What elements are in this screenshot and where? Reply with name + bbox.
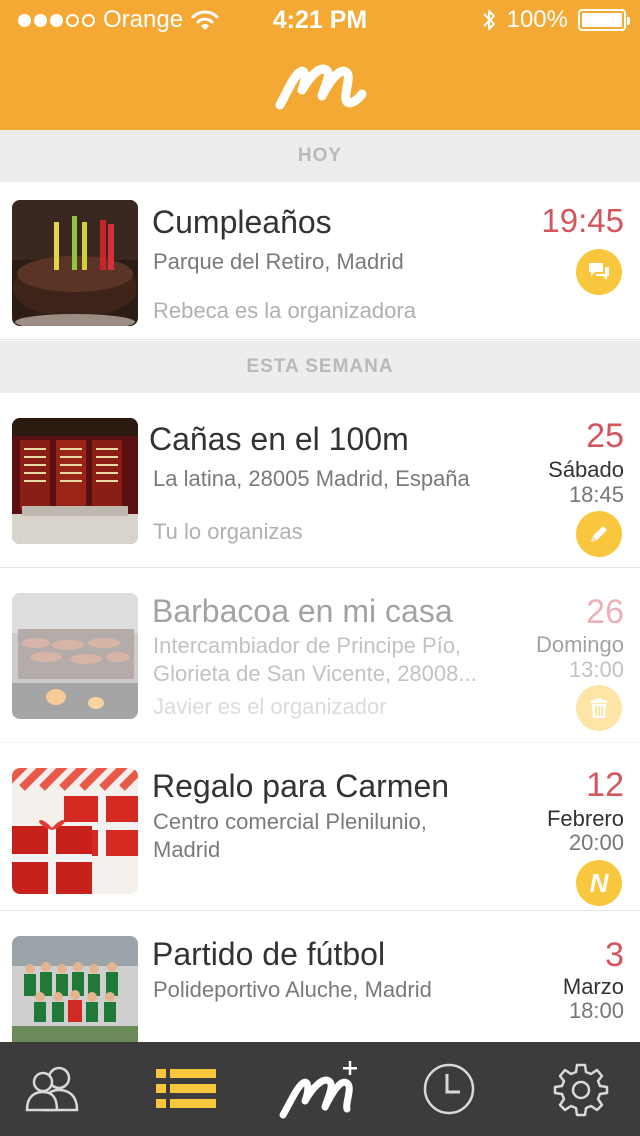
event-title: Cumpleaños xyxy=(152,204,332,240)
event-hour: 20:00 xyxy=(568,830,624,855)
event-place: Centro comercial Plenilunio, Madrid xyxy=(153,809,427,862)
event-hour: 18:00 xyxy=(568,998,624,1023)
gear-icon xyxy=(553,1063,609,1117)
event-time: 19:45 xyxy=(541,202,624,239)
chat-icon xyxy=(589,263,609,280)
event-weekday: Febrero xyxy=(546,806,624,831)
battery-percentage: 100% xyxy=(506,6,568,33)
list-icon xyxy=(156,1069,216,1108)
event-place: Polideportivo Aluche, Madrid xyxy=(153,977,432,1002)
tab-bar xyxy=(0,1042,640,1136)
event-organizer: Javier es el organizador xyxy=(153,694,387,719)
edit-button[interactable] xyxy=(576,511,622,557)
event-row-barbacoa[interactable]: Barbacoa en mi casa Intercambiador de Pr… xyxy=(0,569,640,743)
event-weekday: Marzo xyxy=(562,974,624,999)
event-thumbnail xyxy=(12,200,138,326)
tab-settings[interactable] xyxy=(528,1042,634,1136)
delete-button[interactable] xyxy=(576,685,622,731)
tab-list[interactable] xyxy=(133,1042,239,1136)
event-hour: 13:00 xyxy=(568,657,624,682)
trash-icon xyxy=(591,698,607,718)
tab-history[interactable] xyxy=(396,1042,502,1136)
event-hour: 18:45 xyxy=(568,482,624,507)
chat-button[interactable] xyxy=(576,249,622,295)
battery-icon xyxy=(578,9,630,31)
event-thumbnail xyxy=(12,768,138,894)
event-row-regalo[interactable]: Regalo para Carmen Centro comercial Plen… xyxy=(0,744,640,911)
app-header: Orange 4:21 PM 100% xyxy=(0,0,640,130)
event-place: Intercambiador de Principe Pío, Glorieta… xyxy=(153,633,477,686)
bluetooth-icon xyxy=(482,10,495,30)
tab-contacts[interactable] xyxy=(0,1042,106,1136)
new-badge: N xyxy=(576,860,622,906)
section-header-this-week: ESTA SEMANA xyxy=(0,341,640,393)
new-badge-label: N xyxy=(589,867,609,898)
new-event-icon xyxy=(279,1061,357,1119)
event-day: 25 xyxy=(586,417,624,455)
clock-icon xyxy=(423,1063,475,1115)
event-title: Partido de fútbol xyxy=(152,936,386,972)
event-title: Regalo para Carmen xyxy=(152,768,450,804)
event-thumbnail xyxy=(12,593,138,719)
contacts-icon xyxy=(25,1066,79,1112)
event-title: Cañas en el 100m xyxy=(149,421,409,457)
event-day: 3 xyxy=(605,936,624,974)
event-row-partido[interactable]: Partido de fútbol Polideportivo Aluche, … xyxy=(0,912,640,1062)
event-day: 12 xyxy=(586,766,624,804)
m-logo-icon xyxy=(275,64,367,110)
event-place: La latina, 28005 Madrid, España xyxy=(153,466,470,491)
event-weekday: Domingo xyxy=(535,632,624,657)
pencil-icon xyxy=(591,526,607,542)
tab-new-event[interactable] xyxy=(266,1042,372,1136)
event-row-cumpleanos[interactable]: Cumpleaños Parque del Retiro, Madrid Reb… xyxy=(0,182,640,340)
event-day: 26 xyxy=(586,593,624,631)
section-header-today: HOY xyxy=(0,130,640,182)
event-row-canas[interactable]: Cañas en el 100m La latina, 28005 Madrid… xyxy=(0,393,640,568)
event-title: Barbacoa en mi casa xyxy=(152,593,453,629)
status-bar: Orange 4:21 PM 100% xyxy=(0,0,640,40)
event-organizer: Rebeca es la organizadora xyxy=(153,298,416,323)
event-place: Parque del Retiro, Madrid xyxy=(153,249,404,274)
event-organizer: Tu lo organizas xyxy=(153,519,303,544)
event-thumbnail xyxy=(12,418,138,544)
event-weekday: Sábado xyxy=(548,457,624,482)
